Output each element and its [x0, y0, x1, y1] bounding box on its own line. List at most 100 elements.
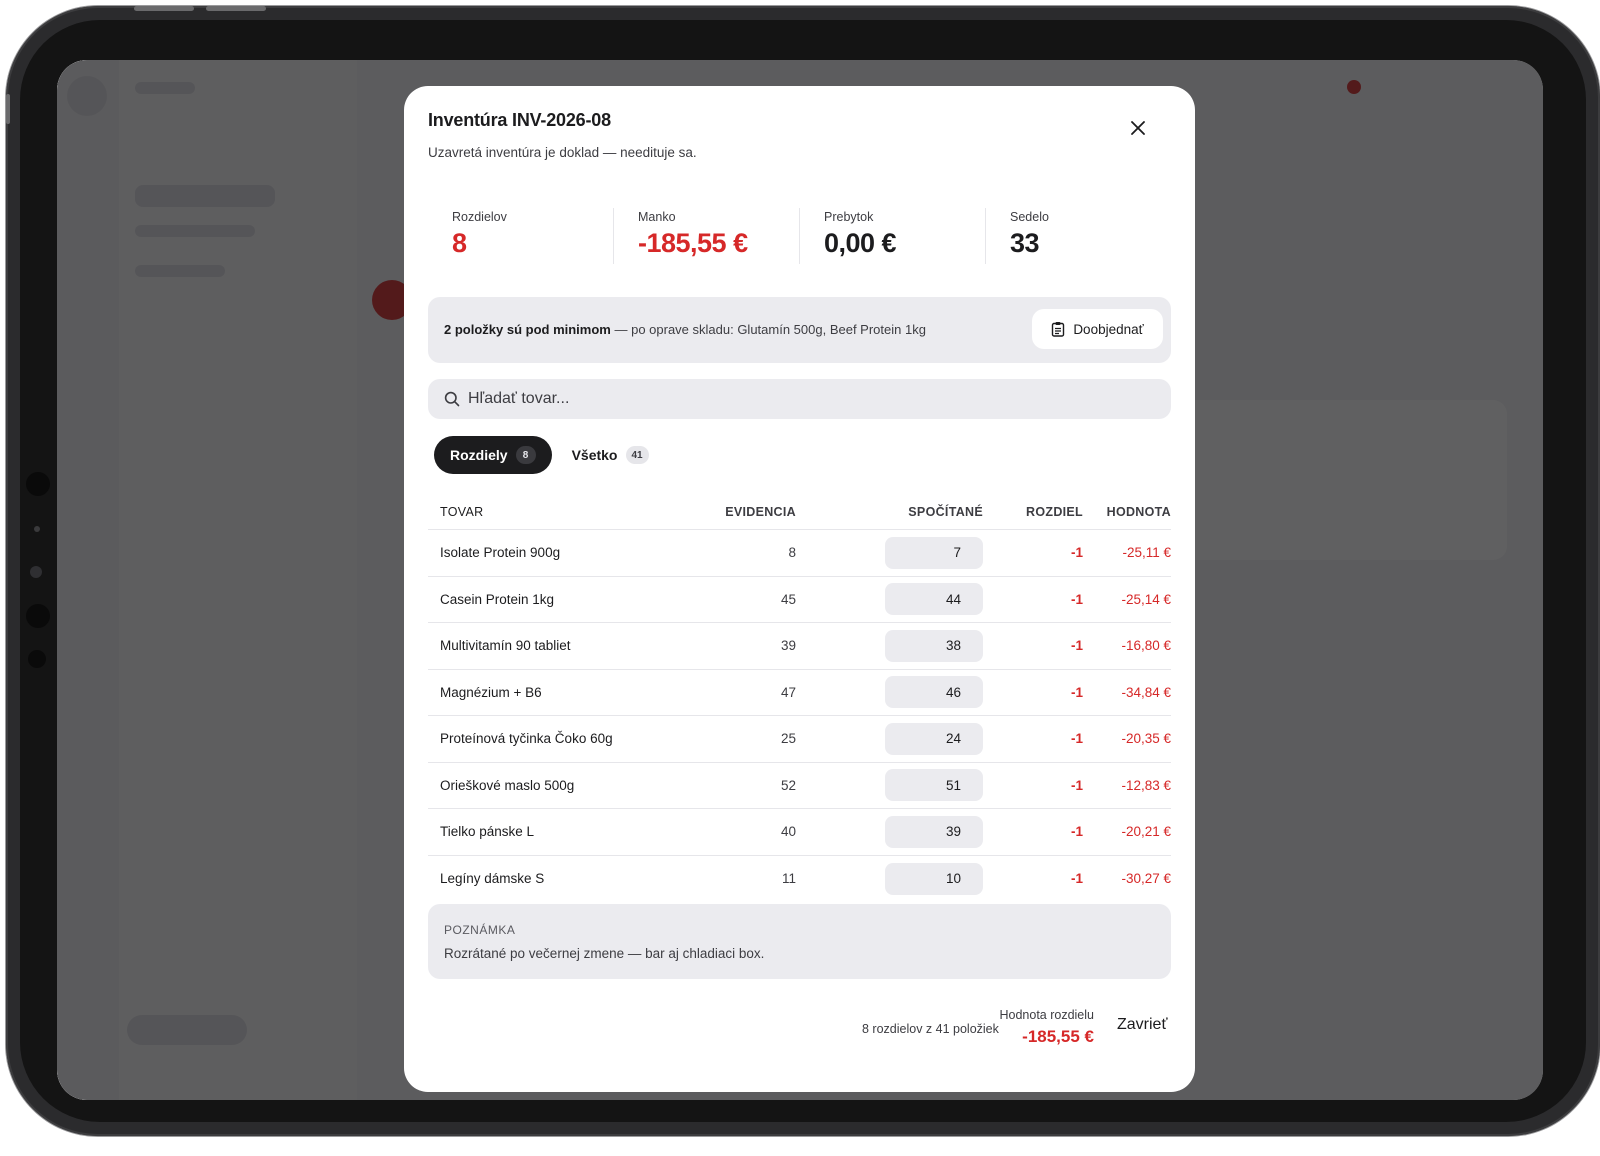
search-bar: [428, 379, 1171, 419]
stat-label: Rozdielov: [452, 210, 507, 224]
footer-count: 8 rozdielov z 41 položiek: [862, 1022, 999, 1036]
record-quantity: 52: [780, 777, 796, 793]
camera-dot: [34, 526, 40, 532]
stat-value: 0,00 €: [824, 228, 897, 258]
modal-subtitle: Uzavretá inventúra je doklad — needituje…: [428, 145, 697, 160]
tab-count-badge: 8: [515, 446, 536, 464]
search-input[interactable]: [468, 379, 1158, 419]
difference-value: -1: [1070, 824, 1083, 840]
camera-dot: [26, 472, 50, 496]
close-text-button[interactable]: Zavrieť: [1117, 1016, 1167, 1034]
stat-shortage: Manko -185,55 €: [613, 208, 799, 264]
product-name: Proteínová tyčinka Čoko 60g: [440, 731, 613, 747]
camera-dot: [28, 650, 46, 668]
tab-all[interactable]: Všetko 41: [572, 436, 649, 474]
counted-input[interactable]: [885, 769, 983, 802]
alert-text: 2 položky sú pod minimom — po oprave skl…: [444, 322, 926, 337]
volume-button: [206, 6, 266, 11]
record-quantity: 47: [780, 684, 796, 700]
search-icon: [444, 391, 460, 407]
counted-cell: [796, 676, 983, 709]
alert-text-rest: — po oprave skladu: Glutamín 500g, Beef …: [610, 322, 926, 337]
note-box: POZNÁMKA Rozrátané po večernej zmene — b…: [428, 904, 1171, 979]
counted-input[interactable]: [885, 629, 983, 662]
difference-value: -1: [1070, 591, 1083, 607]
camera-dot: [30, 566, 42, 578]
record-quantity: 45: [780, 591, 796, 607]
note-text: Rozrátané po večernej zmene — bar aj chl…: [444, 946, 765, 961]
stat-value: 33: [1010, 228, 1040, 258]
stats-summary: Rozdielov 8 Manko -185,55 € Prebytok 0,0…: [428, 208, 1171, 264]
product-name: Casein Protein 1kg: [440, 591, 555, 607]
column-header-record: EVIDENCIA: [725, 504, 796, 519]
volume-button: [134, 6, 194, 11]
product-name: Multivitamín 90 tabliet: [440, 638, 571, 654]
counted-input[interactable]: [885, 676, 983, 709]
counted-cell: [796, 583, 983, 616]
table-body: Isolate Protein 900g 8 -1 -25,11 € Casein Pr…: [428, 530, 1171, 902]
tab-label: Všetko: [571, 447, 618, 463]
note-label: POZNÁMKA: [444, 923, 516, 937]
counted-cell: [796, 722, 983, 755]
product-name: Tielko pánske L: [440, 824, 535, 840]
stat-matched: Sedelo 33: [985, 208, 1171, 264]
stat-label: Prebytok: [824, 210, 874, 224]
record-quantity: 39: [780, 638, 796, 654]
difference-amount: -25,11 €: [1122, 545, 1171, 561]
table-row: Tielko pánske L 40 -1 -20,21 €: [428, 809, 1171, 856]
stat-label: Sedelo: [1010, 210, 1049, 224]
table-row: Casein Protein 1kg 45 -1 -25,14 €: [428, 577, 1171, 623]
counted-cell: [796, 629, 983, 662]
stat-value: -185,55 €: [638, 228, 748, 258]
table-row: Proteínová tyčinka Čoko 60g 25 -1 -20,35 €: [428, 716, 1171, 763]
record-quantity: 11: [781, 871, 796, 887]
column-header-counted: SPOČÍTANÉ: [908, 504, 983, 519]
inventory-modal: Inventúra INV-2026-08 Uzavretá inventúra…: [404, 86, 1195, 1092]
stat-surplus: Prebytok 0,00 €: [799, 208, 985, 264]
difference-value: -1: [1070, 638, 1083, 654]
footer-total-label: Hodnota rozdielu: [999, 1008, 1094, 1022]
stat-label: Manko: [638, 210, 676, 224]
column-header-value: HODNOTA: [1106, 504, 1171, 519]
close-button[interactable]: [1126, 116, 1150, 140]
tab-count-badge: 41: [625, 446, 649, 464]
difference-amount: -34,84 €: [1121, 684, 1171, 700]
difference-amount: -20,35 €: [1121, 731, 1171, 747]
counted-cell: [796, 536, 983, 569]
reorder-button-label: Doobjednať: [1073, 321, 1144, 337]
counted-input[interactable]: [885, 862, 983, 895]
counted-input[interactable]: [885, 583, 983, 616]
table-row: Isolate Protein 900g 8 -1 -25,11 €: [428, 530, 1171, 577]
record-quantity: 25: [780, 731, 796, 747]
low-stock-alert: 2 položky sú pod minimom — po oprave skl…: [428, 297, 1171, 363]
table-row: Legíny dámske S 11 -1 -30,27 €: [428, 856, 1171, 903]
difference-amount: -16,80 €: [1121, 638, 1171, 654]
difference-amount: -30,27 €: [1121, 871, 1171, 887]
counted-cell: [796, 815, 983, 848]
close-icon: [1131, 121, 1145, 135]
difference-amount: -12,83 €: [1121, 777, 1171, 793]
alert-text-bold: 2 položky sú pod minimom: [444, 322, 611, 337]
filter-tabs: Rozdiely 8 Všetko 41: [434, 436, 649, 474]
column-header-product: TOVAR: [440, 504, 484, 519]
table-row: Magnézium + B6 47 -1 -34,84 €: [428, 670, 1171, 716]
product-name: Legíny dámske S: [440, 871, 545, 887]
tab-label: Rozdiely: [450, 447, 508, 463]
counted-cell: [796, 769, 983, 802]
side-button: [6, 94, 10, 124]
counted-input[interactable]: [885, 815, 983, 848]
footer-total-value: -185,55 €: [1022, 1027, 1094, 1046]
table-row: Orieškové maslo 500g 52 -1 -12,83 €: [428, 763, 1171, 809]
product-name: Isolate Protein 900g: [440, 545, 561, 561]
clipboard-icon: [1052, 322, 1065, 337]
inventory-table: TOVAR EVIDENCIA SPOČÍTANÉ ROZDIEL HODNOT…: [428, 494, 1171, 902]
counted-input[interactable]: [885, 536, 983, 569]
difference-amount: -20,21 €: [1121, 824, 1171, 840]
difference-value: -1: [1070, 545, 1083, 561]
counted-input[interactable]: [885, 722, 983, 755]
difference-value: -1: [1070, 871, 1083, 887]
tab-differences[interactable]: Rozdiely 8: [434, 436, 552, 474]
reorder-button[interactable]: Doobjednať: [1032, 309, 1163, 349]
modal-title: Inventúra INV-2026-08: [428, 110, 611, 130]
table-row: Multivitamín 90 tabliet 39 -1 -16,80 €: [428, 623, 1171, 670]
